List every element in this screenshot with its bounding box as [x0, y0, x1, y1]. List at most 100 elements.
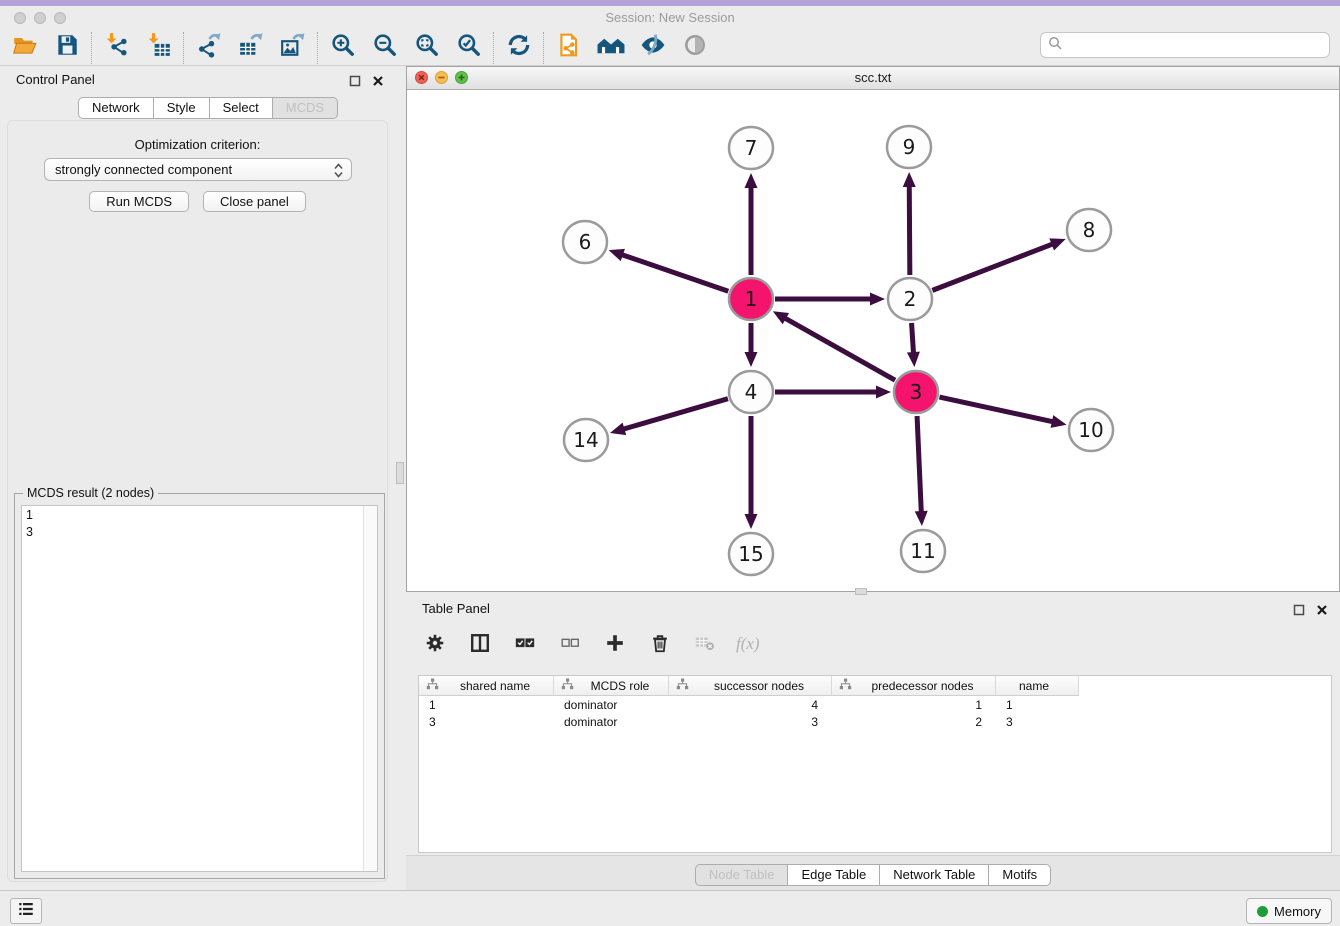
table-cell[interactable]: 4	[669, 698, 832, 712]
graph-node-6[interactable]: 6	[563, 221, 607, 263]
column-header-predecessor-nodes[interactable]: predecessor nodes	[832, 676, 996, 696]
open-folder-button[interactable]	[10, 33, 40, 63]
node-label: 4	[745, 380, 758, 404]
minimize-window-button[interactable]	[34, 12, 46, 24]
zoom-in-button[interactable]	[328, 33, 358, 63]
network-canvas[interactable]: 1 2 3 4 6 7 8 9 10 11 14 15	[407, 90, 1339, 591]
show-disabled-button[interactable]	[680, 33, 710, 63]
result-scrollbar[interactable]	[363, 506, 377, 871]
edge-arrow-3-11	[915, 511, 928, 526]
zoom-window-button[interactable]	[54, 12, 66, 24]
toolbar-separator	[183, 32, 185, 64]
tab-node-table[interactable]: Node Table	[695, 864, 789, 886]
table-row[interactable]: 1dominator411	[419, 696, 1331, 713]
column-header-successor-nodes[interactable]: successor nodes	[669, 676, 832, 696]
edge-3-11[interactable]	[917, 416, 921, 513]
mcds-result-title: MCDS result (2 nodes)	[23, 486, 158, 500]
tab-select[interactable]: Select	[210, 97, 273, 119]
network-window-titlebar[interactable]: scc.txt	[407, 67, 1339, 90]
table-cell[interactable]: 2	[832, 715, 996, 729]
float-panel-icon[interactable]	[348, 74, 361, 87]
float-table-panel-icon[interactable]	[1292, 603, 1305, 616]
graph-node-4[interactable]: 4	[729, 371, 773, 413]
export-image-button[interactable]	[278, 33, 308, 63]
graph-node-14[interactable]: 14	[564, 419, 608, 461]
graph-node-9[interactable]: 9	[887, 126, 931, 168]
table-cell[interactable]: dominator	[554, 715, 669, 729]
table-cell[interactable]: 1	[996, 698, 1079, 712]
edge-2-3[interactable]	[912, 323, 914, 354]
edge-2-8[interactable]	[932, 244, 1053, 291]
tab-motifs[interactable]: Motifs	[989, 864, 1051, 886]
graph-node-10[interactable]: 10	[1069, 409, 1113, 451]
close-window-button[interactable]	[14, 12, 26, 24]
table-row[interactable]: 3dominator323	[419, 713, 1331, 730]
graph-node-7[interactable]: 7	[729, 127, 773, 169]
graph-node-3[interactable]: 3	[894, 371, 938, 413]
hide-panel-button[interactable]	[638, 33, 668, 63]
tab-style[interactable]: Style	[154, 97, 210, 119]
window-traffic-lights[interactable]	[14, 12, 66, 24]
tab-network[interactable]: Network	[78, 97, 154, 119]
graph-node-8[interactable]: 8	[1067, 209, 1111, 251]
edge-1-6[interactable]	[621, 254, 728, 291]
export-network-button[interactable]	[194, 33, 224, 63]
tab-network-table[interactable]: Network Table	[880, 864, 989, 886]
zoom-out-button[interactable]	[370, 33, 400, 63]
table-cell[interactable]: 3	[419, 715, 554, 729]
clone-network-button[interactable]	[554, 33, 584, 63]
graph-node-1[interactable]: 1	[729, 278, 773, 320]
zoom-selected-button[interactable]	[454, 33, 484, 63]
search-box[interactable]	[1040, 32, 1330, 58]
import-table-button[interactable]	[144, 33, 174, 63]
import-table-icon	[146, 32, 172, 63]
network-graph[interactable]: 1 2 3 4 6 7 8 9 10 11 14 15	[407, 90, 1339, 593]
export-table-button[interactable]	[236, 33, 266, 63]
deselect-all-button[interactable]	[555, 630, 585, 660]
node-table[interactable]: shared nameMCDS rolesuccessor nodesprede…	[418, 675, 1332, 853]
graph-node-11[interactable]: 11	[901, 530, 945, 572]
select-all-button[interactable]	[510, 630, 540, 660]
optimization-criterion-select[interactable]: strongly connected component	[44, 158, 352, 181]
mcds-result-list[interactable]: 1 3	[21, 505, 378, 872]
run-mcds-button[interactable]: Run MCDS	[89, 191, 189, 212]
delete-column-button[interactable]	[645, 630, 675, 660]
table-settings-button[interactable]	[420, 630, 450, 660]
refresh-layout-button[interactable]	[504, 33, 534, 63]
task-history-button[interactable]	[10, 898, 42, 924]
splitter-handle-horizontal[interactable]	[855, 588, 867, 595]
close-panel-button[interactable]: Close panel	[203, 191, 306, 212]
graph-node-2[interactable]: 2	[888, 278, 932, 320]
network-close-icon[interactable]	[415, 71, 428, 84]
table-cell[interactable]: dominator	[554, 698, 669, 712]
search-input[interactable]	[1066, 34, 1329, 56]
column-header-mcds-role[interactable]: MCDS role	[554, 676, 669, 696]
edge-3-1[interactable]	[784, 318, 895, 381]
save-session-button[interactable]	[52, 33, 82, 63]
column-header-shared-name[interactable]: shared name	[419, 676, 554, 696]
zoom-fit-button[interactable]	[412, 33, 442, 63]
control-panel-tabs: NetworkStyleSelectMCDS	[78, 97, 338, 119]
edge-3-10[interactable]	[939, 397, 1053, 422]
column-header-name[interactable]: name	[996, 676, 1079, 696]
session-home-button[interactable]	[596, 33, 626, 63]
close-panel-icon[interactable]	[371, 74, 384, 87]
session-home-icon	[597, 32, 625, 63]
table-cell[interactable]: 3	[669, 715, 832, 729]
table-cell[interactable]: 3	[996, 715, 1079, 729]
table-cell[interactable]: 1	[419, 698, 554, 712]
import-network-button[interactable]	[102, 33, 132, 63]
splitter-handle-vertical[interactable]	[396, 462, 404, 484]
graph-node-15[interactable]: 15	[729, 533, 773, 575]
split-panel-button[interactable]	[465, 630, 495, 660]
table-cell[interactable]: 1	[832, 698, 996, 712]
tab-mcds[interactable]: MCDS	[273, 97, 338, 119]
close-table-panel-icon[interactable]	[1315, 603, 1328, 616]
network-maximize-icon[interactable]	[455, 71, 468, 84]
edge-4-14[interactable]	[622, 399, 727, 430]
edge-2-9[interactable]	[909, 185, 910, 275]
memory-button[interactable]: Memory	[1246, 898, 1332, 924]
add-column-button[interactable]	[600, 630, 630, 660]
network-minimize-icon[interactable]	[435, 71, 448, 84]
tab-edge-table[interactable]: Edge Table	[788, 864, 880, 886]
